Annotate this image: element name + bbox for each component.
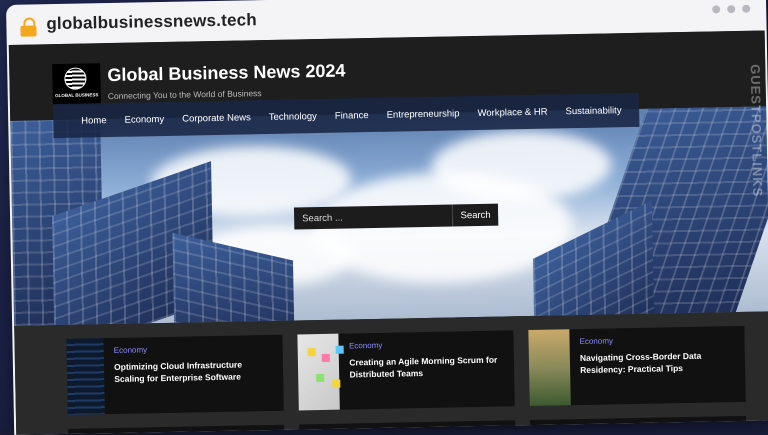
article-category[interactable]: Economy [349,339,504,351]
window-dot-icon[interactable] [712,5,721,14]
globe-icon [64,67,87,90]
article-thumbnail[interactable] [66,338,105,415]
article-card[interactable]: Economy Optimizing Cloud Infrastructure … [66,334,284,415]
nav-item-finance[interactable]: Finance [335,110,369,122]
nav-item-sustainability[interactable]: Sustainability [565,105,621,117]
url-text[interactable]: globalbusinessnews.tech [46,10,257,34]
watermark: GUESTPOSTLINKS [745,63,768,266]
logo-text: GLOBAL BUSINESS [55,92,99,99]
window-controls [712,4,751,14]
page-viewport: GLOBAL BUSINESS Global Business News 202… [8,30,768,435]
featured-cards: Economy Optimizing Cloud Infrastructure … [14,311,768,435]
window-dot-icon[interactable] [727,5,736,14]
nav-item-workplace-hr[interactable]: Workplace & HR [477,106,547,118]
article-title[interactable]: Creating an Agile Morning Scrum for Dist… [349,354,504,382]
nav-item-technology[interactable]: Technology [269,111,317,123]
search-button[interactable]: Search [451,203,499,227]
browser-window: globalbusinessnews.tech GLOBAL BUSINESS … [6,0,768,435]
article-thumbnail[interactable] [528,329,571,407]
article-category[interactable]: Economy [114,343,273,355]
site-logo[interactable]: GLOBAL BUSINESS [52,63,101,107]
article-card[interactable]: Economy Navigating Cross-Border Data Res… [528,325,746,407]
watermark-text: GUESTPOSTLINKS [747,63,766,198]
nav-item-economy[interactable]: Economy [124,113,164,125]
hero-banner: Search [10,106,768,326]
article-card[interactable] [68,424,285,435]
article-category[interactable]: Economy [580,334,735,346]
article-title[interactable]: Optimizing Cloud Infrastructure Scaling … [114,358,273,386]
nav-item-corporate-news[interactable]: Corporate News [182,112,251,124]
lock-icon [20,17,37,37]
search-form: Search [293,203,499,230]
nav-item-entrepreneurship[interactable]: Entrepreneurship [387,108,460,120]
article-thumbnail[interactable] [297,333,344,411]
article-title[interactable]: Navigating Cross-Border Data Residency: … [580,349,735,377]
site-tagline: Connecting You to the World of Business [107,88,262,102]
site-title[interactable]: Global Business News 2024 [107,60,345,86]
search-input[interactable] [293,204,453,230]
article-card[interactable]: Economy Creating an Agile Morning Scrum … [297,330,515,411]
nav-item-home[interactable]: Home [81,115,107,126]
window-dot-icon[interactable] [742,4,751,13]
